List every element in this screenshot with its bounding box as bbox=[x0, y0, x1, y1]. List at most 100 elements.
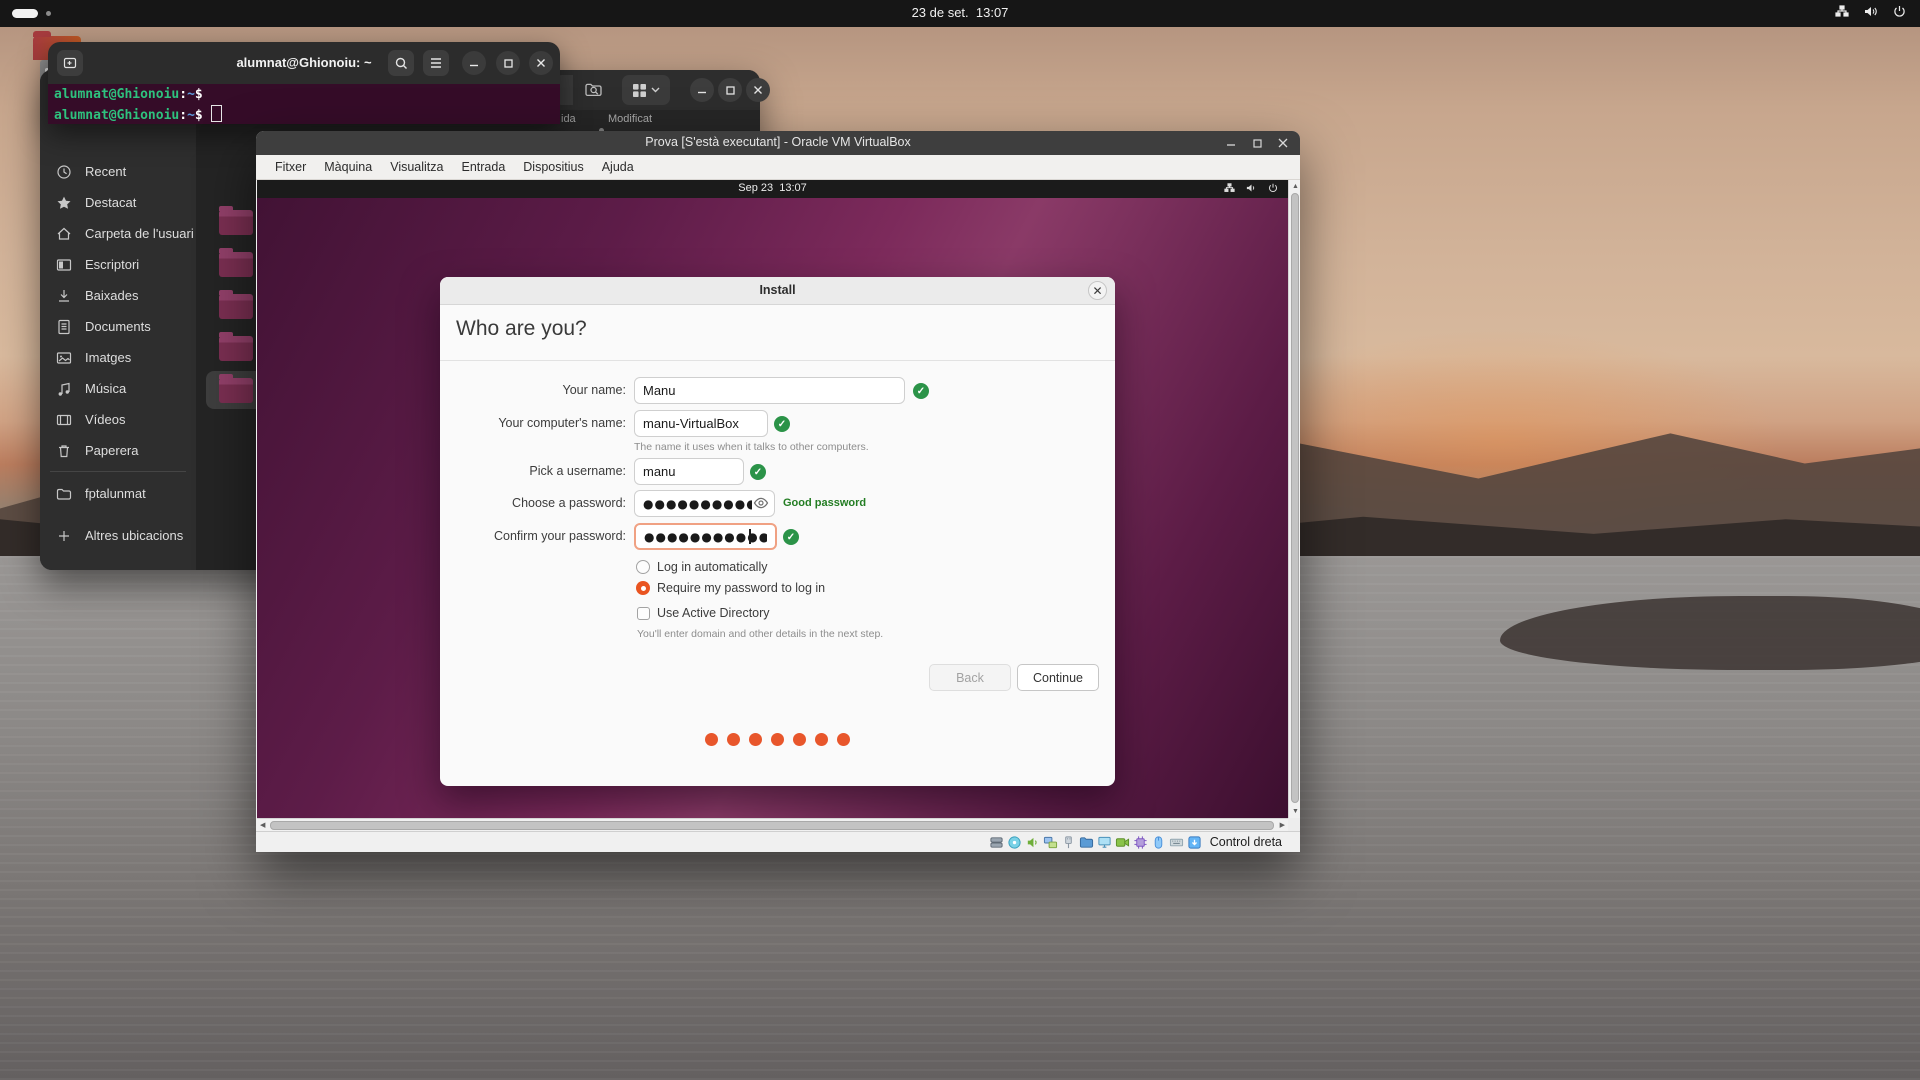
vbox-maximize-button[interactable] bbox=[1248, 135, 1266, 151]
menu-visualitza[interactable]: Visualitza bbox=[381, 155, 452, 179]
installer-title: Install bbox=[440, 283, 1115, 297]
vm-vertical-scrollbar[interactable]: ▲ ▼ bbox=[1288, 180, 1300, 818]
terminal-maximize-button[interactable] bbox=[496, 51, 520, 75]
name-field[interactable] bbox=[634, 377, 905, 404]
progress-dot bbox=[749, 733, 762, 746]
vbox-minimize-button[interactable] bbox=[1222, 135, 1240, 151]
login-automatically-radio[interactable] bbox=[636, 560, 650, 574]
scroll-up-arrow[interactable]: ▲ bbox=[1292, 183, 1299, 190]
sidebar-item-trash[interactable]: Paperera bbox=[40, 435, 196, 466]
active-directory-label[interactable]: Use Active Directory bbox=[657, 606, 770, 620]
scroll-down-arrow[interactable]: ▼ bbox=[1292, 808, 1299, 815]
sidebar-item-starred[interactable]: Destacat bbox=[40, 187, 196, 218]
vertical-scroll-thumb[interactable] bbox=[1291, 193, 1299, 803]
sidebar-item-recent[interactable]: Recent bbox=[40, 156, 196, 187]
show-password-eye-icon[interactable] bbox=[753, 496, 769, 510]
files-close-button[interactable] bbox=[746, 78, 770, 102]
horizontal-scroll-thumb[interactable] bbox=[270, 821, 1274, 830]
chevron-down-icon bbox=[651, 87, 660, 93]
terminal-headerbar[interactable]: alumnat@Ghionoiu: ~ bbox=[48, 42, 560, 84]
continue-button[interactable]: Continue bbox=[1017, 664, 1099, 691]
usb-status-icon[interactable] bbox=[1061, 835, 1076, 850]
files-maximize-button[interactable] bbox=[718, 78, 742, 102]
menu-entrada[interactable]: Entrada bbox=[452, 155, 514, 179]
vbox-close-button[interactable] bbox=[1274, 135, 1292, 151]
capture-status-icon[interactable] bbox=[1187, 835, 1202, 850]
audio-status-icon[interactable] bbox=[1025, 835, 1040, 850]
host-system-tray[interactable] bbox=[1835, 5, 1906, 18]
files-minimize-button[interactable] bbox=[690, 78, 714, 102]
desktop: ida Modificat Recent Destacat Carpeta de… bbox=[0, 0, 1920, 1080]
terminal-search-button[interactable] bbox=[388, 50, 414, 76]
cd-status-icon[interactable] bbox=[1007, 835, 1022, 850]
password-strength-label: Good password bbox=[783, 497, 866, 509]
grid-view-icon bbox=[633, 84, 646, 97]
sidebar-item-pictures[interactable]: Imatges bbox=[40, 342, 196, 373]
computer-name-label: Your computer's name: bbox=[446, 410, 626, 437]
installer-close-button[interactable]: ✕ bbox=[1088, 281, 1107, 300]
computer-name-field[interactable] bbox=[634, 410, 768, 437]
menu-dispositius[interactable]: Dispositius bbox=[514, 155, 592, 179]
view-toggle-button[interactable] bbox=[622, 75, 670, 105]
sidebar-item-documents[interactable]: Documents bbox=[40, 311, 196, 342]
virtualbox-statusbar: Control dreta bbox=[256, 831, 1300, 852]
menu-ajuda[interactable]: Ajuda bbox=[593, 155, 643, 179]
confirm-password-field[interactable] bbox=[634, 523, 777, 550]
hdd-status-icon[interactable] bbox=[989, 835, 1004, 850]
sidebar-item-home[interactable]: Carpeta de l'usuari bbox=[40, 218, 196, 249]
active-directory-help: You'll enter domain and other details in… bbox=[637, 628, 883, 640]
page-title: Who are you? bbox=[456, 317, 587, 341]
folder-thumbnail-icon bbox=[219, 378, 253, 403]
vm-clock[interactable]: Sep 23 13:07 bbox=[257, 182, 1288, 194]
plus-icon bbox=[56, 528, 72, 544]
network-status-icon[interactable] bbox=[1043, 835, 1058, 850]
keyboard-status-icon[interactable] bbox=[1169, 835, 1184, 850]
features-status-icon[interactable] bbox=[1133, 835, 1148, 850]
host-clock[interactable]: 23 de set. 13:07 bbox=[0, 5, 1920, 20]
vm-horizontal-scrollbar[interactable]: ◀ ▶ bbox=[257, 818, 1288, 831]
scroll-right-arrow[interactable]: ▶ bbox=[1280, 822, 1285, 829]
search-folder-icon[interactable] bbox=[584, 80, 604, 100]
login-automatically-label[interactable]: Log in automatically bbox=[657, 560, 767, 574]
sidebar-label: fptalunmat bbox=[85, 486, 146, 501]
confirm-password-label: Confirm your password: bbox=[446, 523, 626, 550]
power-icon bbox=[1268, 183, 1278, 193]
sidebar-item-downloads[interactable]: Baixades bbox=[40, 280, 196, 311]
display-status-icon[interactable] bbox=[1097, 835, 1112, 850]
recording-status-icon[interactable] bbox=[1115, 835, 1130, 850]
sidebar-label: Recent bbox=[85, 164, 126, 179]
column-modified-label[interactable]: Modificat bbox=[608, 113, 652, 125]
back-button[interactable]: Back bbox=[929, 664, 1011, 691]
require-password-label[interactable]: Require my password to log in bbox=[657, 581, 825, 595]
folder-thumbnail-icon bbox=[219, 336, 253, 361]
terminal-screen[interactable]: alumnat@Ghionoiu:~$ alumnat@Ghionoiu:~$ bbox=[48, 84, 560, 124]
sidebar-item-desktop[interactable]: Escriptori bbox=[40, 249, 196, 280]
shared-folder-status-icon[interactable] bbox=[1079, 835, 1094, 850]
mouse-status-icon[interactable] bbox=[1151, 835, 1166, 850]
username-field[interactable] bbox=[634, 458, 744, 485]
vm-system-tray[interactable] bbox=[1224, 183, 1278, 193]
sidebar-item-music[interactable]: Música bbox=[40, 373, 196, 404]
installer-titlebar[interactable]: Install bbox=[440, 277, 1115, 305]
menu-fitxer[interactable]: Fitxer bbox=[266, 155, 315, 179]
terminal-minimize-button[interactable] bbox=[462, 51, 486, 75]
vm-display[interactable]: Sep 23 13:07 Install ✕ Who are you? Your… bbox=[257, 180, 1288, 818]
terminal-menu-button[interactable] bbox=[423, 50, 449, 76]
menu-maquina[interactable]: Màquina bbox=[315, 155, 381, 179]
username-label: Pick a username: bbox=[446, 458, 626, 485]
column-size-label[interactable]: ida bbox=[561, 113, 576, 125]
username-valid-check-icon: ✓ bbox=[750, 464, 766, 480]
sidebar-item-fptalunmat[interactable]: fptalunmat bbox=[40, 478, 196, 509]
virtualbox-titlebar[interactable]: Prova [S'està executant] - Oracle VM Vir… bbox=[256, 131, 1300, 155]
require-password-radio[interactable] bbox=[636, 581, 650, 595]
sidebar-label: Imatges bbox=[85, 350, 131, 365]
scroll-left-arrow[interactable]: ◀ bbox=[260, 822, 265, 829]
folder-icon bbox=[56, 486, 72, 502]
sidebar-item-other-locations[interactable]: Altres ubicacions bbox=[40, 520, 196, 551]
active-directory-checkbox[interactable] bbox=[637, 607, 650, 620]
sidebar-separator bbox=[50, 471, 186, 472]
progress-dot bbox=[837, 733, 850, 746]
terminal-close-button[interactable] bbox=[529, 51, 553, 75]
sidebar-item-videos[interactable]: Vídeos bbox=[40, 404, 196, 435]
terminal-prompt-line: alumnat@Ghionoiu:~$ bbox=[54, 87, 203, 102]
